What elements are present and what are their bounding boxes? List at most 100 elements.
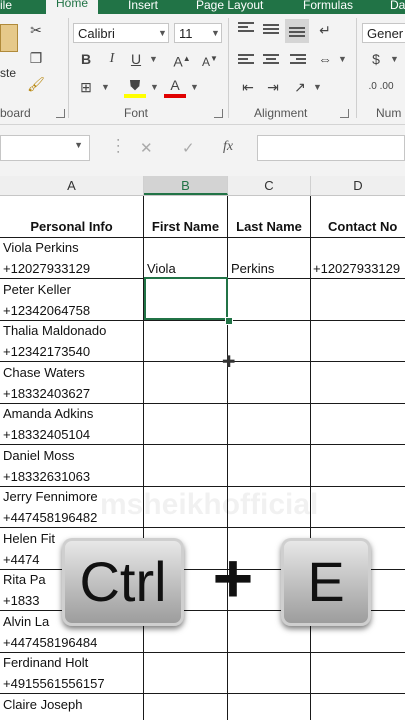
orientation-icon[interactable]: ↗: [290, 77, 310, 97]
cell-personal-info-phone[interactable]: +447458196482: [3, 510, 97, 526]
selected-cell-b3[interactable]: [144, 277, 228, 320]
cell-personal-info-name[interactable]: Rita Pa: [3, 572, 46, 588]
cell-personal-info-name[interactable]: Alvin La: [3, 614, 49, 630]
cell-personal-info-name[interactable]: Chase Waters: [3, 365, 85, 381]
cell-personal-info-phone[interactable]: +1833: [3, 593, 40, 609]
e-key-icon: E: [281, 538, 371, 626]
cell-personal-info-phone[interactable]: +12027933129: [3, 261, 90, 277]
currency-icon[interactable]: $: [366, 49, 386, 69]
cut-icon[interactable]: ✂: [26, 20, 46, 40]
ctrl-key-icon: Ctrl: [62, 538, 184, 626]
clipboard-launcher-icon[interactable]: [56, 109, 65, 118]
enter-icon[interactable]: ✓: [182, 139, 195, 157]
tab-insert[interactable]: Insert: [128, 0, 158, 14]
italic-button[interactable]: I: [102, 49, 122, 69]
cell-personal-info-name[interactable]: Jerry Fennimore: [3, 489, 98, 505]
tab-file[interactable]: ile: [0, 0, 12, 14]
tab-home[interactable]: Home: [46, 0, 99, 14]
font-launcher-icon[interactable]: [214, 109, 223, 118]
column-header-c[interactable]: C: [228, 176, 311, 195]
cell-personal-info-phone[interactable]: +447458196484: [3, 635, 97, 651]
ribbon: ste ✂ ❐ 🖌 board Calibri ▼ 11 ▼ B I U ▼ A…: [0, 14, 405, 125]
align-right-icon[interactable]: [290, 54, 306, 68]
fill-handle[interactable]: [225, 317, 233, 325]
borders-icon[interactable]: ⊞: [76, 77, 96, 97]
cell-personal-info-name[interactable]: Helen Fit: [3, 531, 55, 547]
chevron-down-icon[interactable]: ▼: [211, 23, 220, 43]
cell-personal-info-name[interactable]: Daniel Moss: [3, 448, 75, 464]
tab-page-layout[interactable]: Page Layout: [196, 0, 263, 14]
insert-function-icon[interactable]: fx: [223, 139, 233, 155]
drag-handle-icon[interactable]: ● ● ●: [117, 137, 119, 155]
cell-personal-info-phone[interactable]: +18332631063: [3, 469, 90, 485]
cell-personal-info-name[interactable]: Ferdinand Holt: [3, 655, 88, 671]
cell-personal-info-name[interactable]: Viola Perkins: [3, 240, 79, 256]
format-painter-icon[interactable]: 🖌: [26, 74, 46, 94]
chevron-down-icon[interactable]: ▼: [74, 140, 83, 150]
alignment-launcher-icon[interactable]: [340, 109, 349, 118]
decimal-icon[interactable]: .0 .00: [366, 77, 396, 97]
cell-personal-info-phone[interactable]: +18332403627: [3, 386, 90, 402]
chevron-down-icon[interactable]: ▼: [149, 49, 158, 69]
data-rows: Viola Perkins +12027933129 Viola Perkins +12…: [0, 196, 405, 720]
column-header-d[interactable]: D: [311, 176, 405, 195]
middle-align-icon[interactable]: [263, 24, 279, 38]
tab-data[interactable]: Da: [390, 0, 405, 14]
font-name-select[interactable]: Calibri: [73, 23, 169, 43]
top-align-icon[interactable]: [238, 22, 254, 36]
bold-button[interactable]: B: [76, 49, 96, 69]
wrap-text-icon[interactable]: ↵: [315, 20, 335, 40]
chevron-down-icon[interactable]: ▼: [390, 49, 399, 69]
cell-last-name[interactable]: Perkins: [231, 261, 274, 277]
chevron-down-icon[interactable]: ▼: [338, 49, 347, 69]
column-header-b[interactable]: B: [144, 176, 228, 195]
cell-personal-info-phone[interactable]: +4915561556157: [3, 676, 105, 692]
column-header-bar: A B C D: [0, 176, 405, 196]
clipboard-group-label: board: [0, 106, 31, 120]
chevron-down-icon[interactable]: ▼: [101, 77, 110, 97]
fill-color-icon[interactable]: ⛊: [124, 76, 146, 98]
chevron-down-icon[interactable]: ▼: [190, 77, 199, 97]
divider: [356, 18, 357, 118]
cell-first-name[interactable]: Viola: [147, 261, 176, 277]
cell-personal-info-name[interactable]: Claire Joseph: [3, 697, 83, 713]
cell-personal-info-name[interactable]: Thalia Maldonado: [3, 323, 106, 339]
tab-formulas[interactable]: Formulas: [303, 0, 353, 14]
bottom-align-button[interactable]: [285, 19, 309, 43]
spreadsheet-grid[interactable]: Personal Info First Name Last Name Conta…: [0, 196, 405, 720]
cell-personal-info-phone[interactable]: +4474: [3, 552, 40, 568]
formula-input[interactable]: [257, 135, 405, 161]
chevron-down-icon[interactable]: ▼: [158, 23, 167, 43]
copy-icon[interactable]: ❐: [26, 48, 46, 68]
cell-personal-info-name[interactable]: Peter Keller: [3, 282, 71, 298]
plus-sign: +: [212, 539, 254, 617]
merge-center-icon[interactable]: ⇔: [315, 49, 335, 69]
increase-font-icon[interactable]: A▲: [172, 49, 192, 72]
number-format-select[interactable]: Gener: [362, 23, 405, 43]
alignment-group-label: Alignment: [254, 106, 308, 120]
font-color-icon[interactable]: A: [164, 76, 186, 98]
cell-contact-no[interactable]: +12027933129: [313, 261, 400, 277]
column-header-a[interactable]: A: [0, 176, 144, 195]
align-center-icon[interactable]: [263, 54, 279, 68]
bottom-align-icon: [289, 27, 305, 41]
watermark: msheikhofficial: [100, 488, 319, 521]
underline-button[interactable]: U: [126, 49, 146, 69]
align-left-icon[interactable]: [238, 54, 254, 68]
paste-icon[interactable]: [0, 24, 18, 52]
cell-personal-info-phone[interactable]: +12342173540: [3, 344, 90, 360]
cell-personal-info-phone[interactable]: +12342064758: [3, 303, 90, 319]
cancel-icon[interactable]: ✕: [140, 139, 153, 157]
chevron-down-icon[interactable]: ▼: [150, 77, 159, 97]
name-box[interactable]: ▼: [0, 135, 90, 161]
increase-indent-icon[interactable]: ⇥: [263, 77, 283, 97]
decrease-indent-icon[interactable]: ⇤: [238, 77, 258, 97]
chevron-down-icon[interactable]: ▼: [313, 77, 322, 97]
cell-personal-info-name[interactable]: Amanda Adkins: [3, 406, 93, 422]
decrease-font-icon[interactable]: A▼: [200, 49, 220, 72]
cursor-icon: ✚: [222, 354, 236, 371]
ribbon-tab-bar: ile Home Insert Page Layout Formulas Da: [0, 0, 405, 14]
cell-personal-info-phone[interactable]: +18332405104: [3, 427, 90, 443]
number-group-label: Num: [376, 106, 402, 120]
paste-label[interactable]: ste: [0, 66, 16, 80]
